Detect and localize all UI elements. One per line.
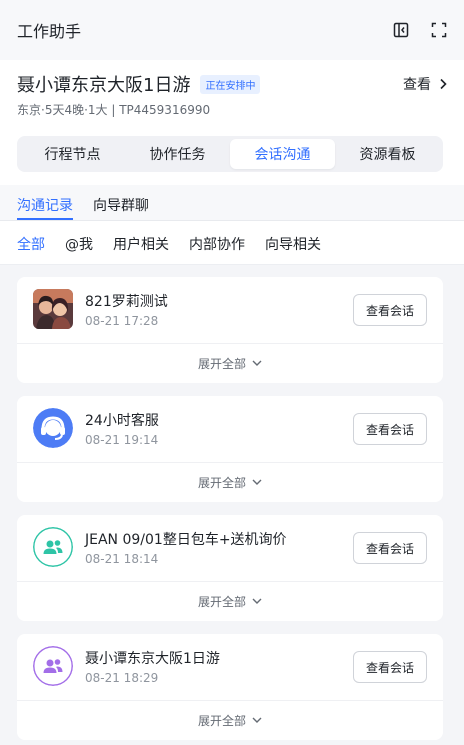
group-icon	[33, 527, 73, 567]
photo-avatar	[33, 289, 73, 329]
expand-all-toggle[interactable]: 展开全部	[17, 591, 443, 611]
app-title: 工作助手	[17, 22, 82, 41]
title-bar: 工作助手	[0, 0, 464, 60]
trip-panel: 聂小谭东京大阪1日游 正在安排中 查看 东京·5天4晚·1大 | TP44593…	[0, 60, 464, 185]
tab-tasks[interactable]: 协作任务	[125, 139, 230, 169]
filter-internal[interactable]: 内部协作	[189, 234, 245, 254]
subtab-guide-chat[interactable]: 向导群聊	[93, 195, 149, 215]
fullscreen-icon[interactable]	[431, 22, 447, 38]
filter-bar: 全部 @我 用户相关 内部协作 向导相关	[0, 221, 464, 265]
filter-mentions[interactable]: @我	[65, 234, 93, 254]
conversation-card: JEAN 09/01整日包车+送机询价 08-21 18:14 查看会话 展开全…	[17, 515, 443, 621]
conversation-time: 08-21 17:28	[85, 314, 159, 328]
conversation-name: 聂小谭东京大阪1日游	[85, 651, 220, 667]
filter-user[interactable]: 用户相关	[113, 234, 169, 254]
view-conversation-button[interactable]: 查看会话	[353, 532, 427, 564]
conversation-name: 821罗莉测试	[85, 294, 168, 310]
status-badge: 正在安排中	[200, 74, 261, 94]
expand-all-label: 展开全部	[197, 594, 246, 609]
active-tab-underline	[17, 218, 73, 220]
filter-guide[interactable]: 向导相关	[265, 234, 321, 254]
conversation-name: 24小时客服	[85, 413, 159, 429]
chevron-right-icon	[440, 78, 447, 90]
headset-icon	[33, 408, 73, 448]
conversation-card: 聂小谭东京大阪1日游 08-21 18:29 查看会话 展开全部	[17, 634, 443, 740]
expand-all-label: 展开全部	[197, 475, 246, 490]
card-divider	[17, 700, 443, 701]
card-divider	[17, 343, 443, 344]
chevron-down-icon	[252, 717, 262, 723]
view-conversation-button[interactable]: 查看会话	[353, 651, 427, 683]
view-conversation-button[interactable]: 查看会话	[353, 294, 427, 326]
trip-title: 聂小谭东京大阪1日游	[17, 75, 191, 96]
tab-conversations[interactable]: 会话沟通	[230, 139, 335, 169]
chevron-down-icon	[252, 360, 262, 366]
view-conversation-button[interactable]: 查看会话	[353, 413, 427, 445]
trip-view-link[interactable]: 查看	[403, 74, 447, 94]
expand-all-label: 展开全部	[197, 356, 246, 371]
conversation-card: 821罗莉测试 08-21 17:28 查看会话 展开全部	[17, 277, 443, 383]
card-divider	[17, 581, 443, 582]
trip-view-label: 查看	[403, 77, 431, 93]
conversation-card: 24小时客服 08-21 19:14 查看会话 展开全部	[17, 396, 443, 502]
subtab-records[interactable]: 沟通记录	[17, 195, 73, 215]
conversation-time: 08-21 18:29	[85, 671, 159, 685]
conversation-time: 08-21 19:14	[85, 433, 159, 447]
sidebar-toggle-icon[interactable]	[393, 22, 409, 38]
chevron-down-icon	[252, 479, 262, 485]
expand-all-toggle[interactable]: 展开全部	[17, 472, 443, 492]
chevron-down-icon	[252, 598, 262, 604]
group-icon	[33, 646, 73, 686]
sub-tabs: 沟通记录 向导群聊	[0, 185, 464, 221]
expand-all-toggle[interactable]: 展开全部	[17, 353, 443, 373]
filter-all[interactable]: 全部	[17, 234, 45, 254]
tab-resources[interactable]: 资源看板	[335, 139, 440, 169]
tab-itinerary[interactable]: 行程节点	[20, 139, 125, 169]
segment-tabs: 行程节点 协作任务 会话沟通 资源看板	[17, 136, 443, 172]
trip-meta: 东京·5天4晚·1大 | TP4459316990	[17, 103, 211, 117]
expand-all-label: 展开全部	[197, 713, 246, 728]
card-divider	[17, 462, 443, 463]
conversation-time: 08-21 18:14	[85, 552, 159, 566]
expand-all-toggle[interactable]: 展开全部	[17, 710, 443, 730]
conversation-name: JEAN 09/01整日包车+送机询价	[85, 532, 287, 548]
